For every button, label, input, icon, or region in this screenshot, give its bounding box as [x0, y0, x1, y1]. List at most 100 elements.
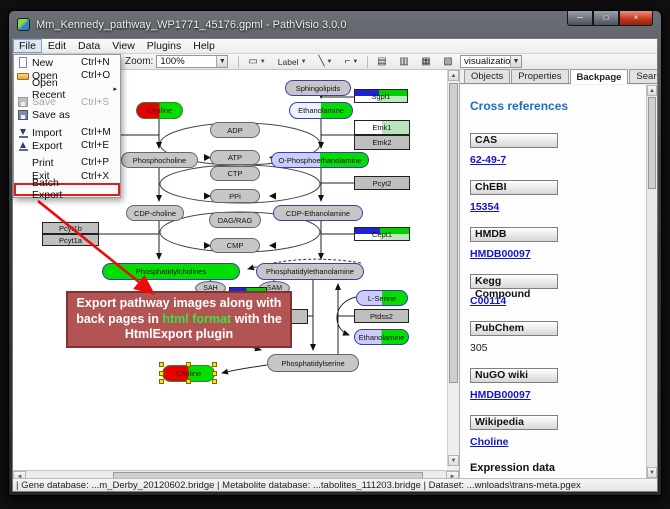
node-phosphatidylserine[interactable]: Phosphatidylserine — [267, 354, 359, 372]
cross-reference-link[interactable]: 62-49-7 — [470, 154, 636, 166]
node-choline-top[interactable]: Choline — [136, 102, 183, 119]
node-sgpl1[interactable]: Sgpl1 — [354, 89, 408, 103]
title-bar[interactable]: Mm_Kennedy_pathway_WP1771_45176.gpml - P… — [9, 11, 661, 38]
chevron-down-icon: ▼ — [260, 59, 266, 65]
menu-view[interactable]: View — [106, 39, 141, 53]
cross-reference-link[interactable]: HMDB00097 — [470, 248, 636, 260]
cross-reference-link[interactable]: HMDB00097 — [470, 389, 636, 401]
cross-reference-link[interactable]: C00114 — [470, 295, 636, 307]
file-menu-item-new[interactable]: NewCtrl+N — [14, 56, 120, 69]
menu-edit[interactable]: Edit — [42, 39, 72, 53]
node-ethanolamine-bottom[interactable]: Ethanolamine — [354, 329, 409, 345]
panel-vertical-scrollbar[interactable]: ▲ ▼ — [646, 85, 657, 478]
menu-help[interactable]: Help — [187, 39, 221, 53]
common-height-button[interactable]: ▧ — [440, 55, 456, 69]
node-dag-rag[interactable]: DAG/RAG — [209, 212, 261, 228]
selection-handle[interactable] — [186, 379, 191, 384]
file-menu-item-print[interactable]: PrintCtrl+P — [14, 156, 120, 169]
node-sphingolipids[interactable]: Sphingolipids — [285, 80, 351, 96]
chevron-down-icon: ▼ — [352, 59, 358, 65]
export-icon — [19, 141, 28, 151]
close-button[interactable]: × — [619, 11, 653, 26]
chevron-down-icon: ▼ — [301, 59, 307, 65]
datanode-tool-button[interactable]: ▭▼ — [245, 55, 268, 69]
common-width-button[interactable]: ▦ — [418, 55, 434, 69]
maximize-button[interactable]: □ — [593, 11, 619, 26]
backpage-section-nugo-wiki: NuGO wiki HMDB00097 — [470, 368, 636, 401]
node-cdp-ethanolamine[interactable]: CDP-Ethanolamine — [273, 205, 363, 221]
tab-backpage[interactable]: Backpage — [570, 69, 629, 84]
node-pcyt1a[interactable]: Pcyt1a — [42, 234, 99, 246]
scroll-down-icon[interactable]: ▼ — [647, 467, 657, 478]
node-label: Cept1 — [372, 230, 392, 239]
file-menu-item-batch-export[interactable]: Batch Export — [14, 183, 120, 196]
selection-handle[interactable] — [159, 379, 164, 384]
menu-file[interactable]: File — [13, 39, 42, 53]
zoom-select[interactable]: 100% ▼ — [156, 55, 228, 68]
node-phosphocholine[interactable]: Phosphocholine — [121, 152, 198, 168]
app-window: Mm_Kennedy_pathway_WP1771_45176.gpml - P… — [8, 10, 662, 496]
node-label: Pcyt1b — [59, 224, 82, 233]
canvas-vertical-scrollbar[interactable]: ▲ ▼ — [447, 70, 459, 466]
annotation-callout: Export pathway images along with back pa… — [66, 291, 292, 348]
align-horizontal-button[interactable]: ▤ — [374, 55, 390, 69]
menu-item-label: Print — [32, 157, 81, 169]
selection-handle[interactable] — [212, 362, 217, 367]
node-atp[interactable]: ATP — [210, 150, 260, 165]
file-menu-item-save-as[interactable]: Save as — [14, 109, 120, 122]
node-ethanolamine-top[interactable]: Ethanolamine — [289, 102, 353, 119]
tab-properties[interactable]: Properties — [511, 69, 568, 83]
scrollbar-thumb[interactable] — [449, 83, 458, 383]
section-header: NuGO wiki — [470, 368, 558, 383]
scroll-up-icon[interactable]: ▲ — [448, 70, 459, 81]
node-label: CMP — [227, 241, 244, 250]
menu-item-shortcut: Ctrl+P — [81, 157, 117, 168]
selection-handle[interactable] — [186, 362, 191, 367]
node-etnk2[interactable]: Etnk2 — [354, 135, 410, 150]
align-vertical-button[interactable]: ▥ — [396, 55, 412, 69]
cross-reference-link[interactable]: 15354 — [470, 201, 636, 213]
scrollbar-thumb[interactable] — [648, 97, 656, 189]
line-tool-button[interactable]: ╲▼ — [316, 55, 336, 69]
node-cdp-choline[interactable]: CDP-choline — [126, 205, 184, 221]
node-ctp[interactable]: CTP — [210, 166, 260, 181]
node-ppi[interactable]: PPi — [210, 189, 260, 203]
backpage-body: Cross references CAS62-49-7ChEBI15354HMD… — [460, 85, 646, 478]
selection-handle[interactable] — [212, 371, 217, 376]
selection-handle[interactable] — [159, 362, 164, 367]
tab-search[interactable]: Search — [629, 69, 658, 83]
node-pcyt2[interactable]: Pcyt2 — [354, 176, 410, 190]
visualization-select[interactable]: visualization ▼ — [460, 55, 522, 68]
node-phosphatidylethanolamine[interactable]: Phosphatidylethanolamine — [256, 263, 364, 280]
node-phosphatidylcholines[interactable]: Phosphatidylcholines — [102, 263, 240, 280]
cross-reference-link[interactable]: Choline — [470, 436, 636, 448]
node-l-serine[interactable]: L-Serine — [356, 290, 408, 306]
section-header: HMDB — [470, 227, 558, 242]
tab-objects[interactable]: Objects — [464, 69, 510, 83]
node-ptdss2[interactable]: Ptdss2 — [354, 309, 409, 323]
connector-tool-button[interactable]: ⌐▼ — [342, 55, 362, 69]
node-label: Choline — [147, 106, 172, 115]
node-adp[interactable]: ADP — [210, 122, 260, 138]
node-pcyt1b[interactable]: Pcyt1b — [42, 222, 99, 234]
file-menu-item-open-recent[interactable]: Open Recent▸ — [14, 82, 120, 95]
window-content: FileEditDataViewPluginsHelp Zoom: 100% ▼… — [12, 38, 658, 492]
menu-item-shortcut: Ctrl+O — [81, 70, 117, 81]
node-o-phosphoethanolamine[interactable]: O-Phosphoethanolamine — [271, 152, 369, 168]
file-menu-item-export[interactable]: ExportCtrl+E — [14, 139, 120, 152]
label-tool-button[interactable]: Label▼ — [275, 55, 310, 69]
section-header: CAS — [470, 133, 558, 148]
save-as-icon — [18, 110, 28, 120]
selection-handle[interactable] — [212, 379, 217, 384]
file-menu-item-import[interactable]: ImportCtrl+M — [14, 126, 120, 139]
node-cept1[interactable]: Cept1 — [354, 227, 410, 241]
minimize-button[interactable]: ─ — [567, 11, 593, 26]
backpage-section-kegg-compound: Kegg CompoundC00114 — [470, 274, 636, 307]
scroll-down-icon[interactable]: ▼ — [448, 455, 459, 466]
selection-handle[interactable] — [159, 371, 164, 376]
node-cmp[interactable]: CMP — [210, 238, 260, 253]
scroll-up-icon[interactable]: ▲ — [647, 85, 657, 96]
menu-data[interactable]: Data — [72, 39, 106, 53]
menu-plugins[interactable]: Plugins — [141, 39, 187, 53]
node-etnk1[interactable]: Etnk1 — [354, 120, 410, 135]
